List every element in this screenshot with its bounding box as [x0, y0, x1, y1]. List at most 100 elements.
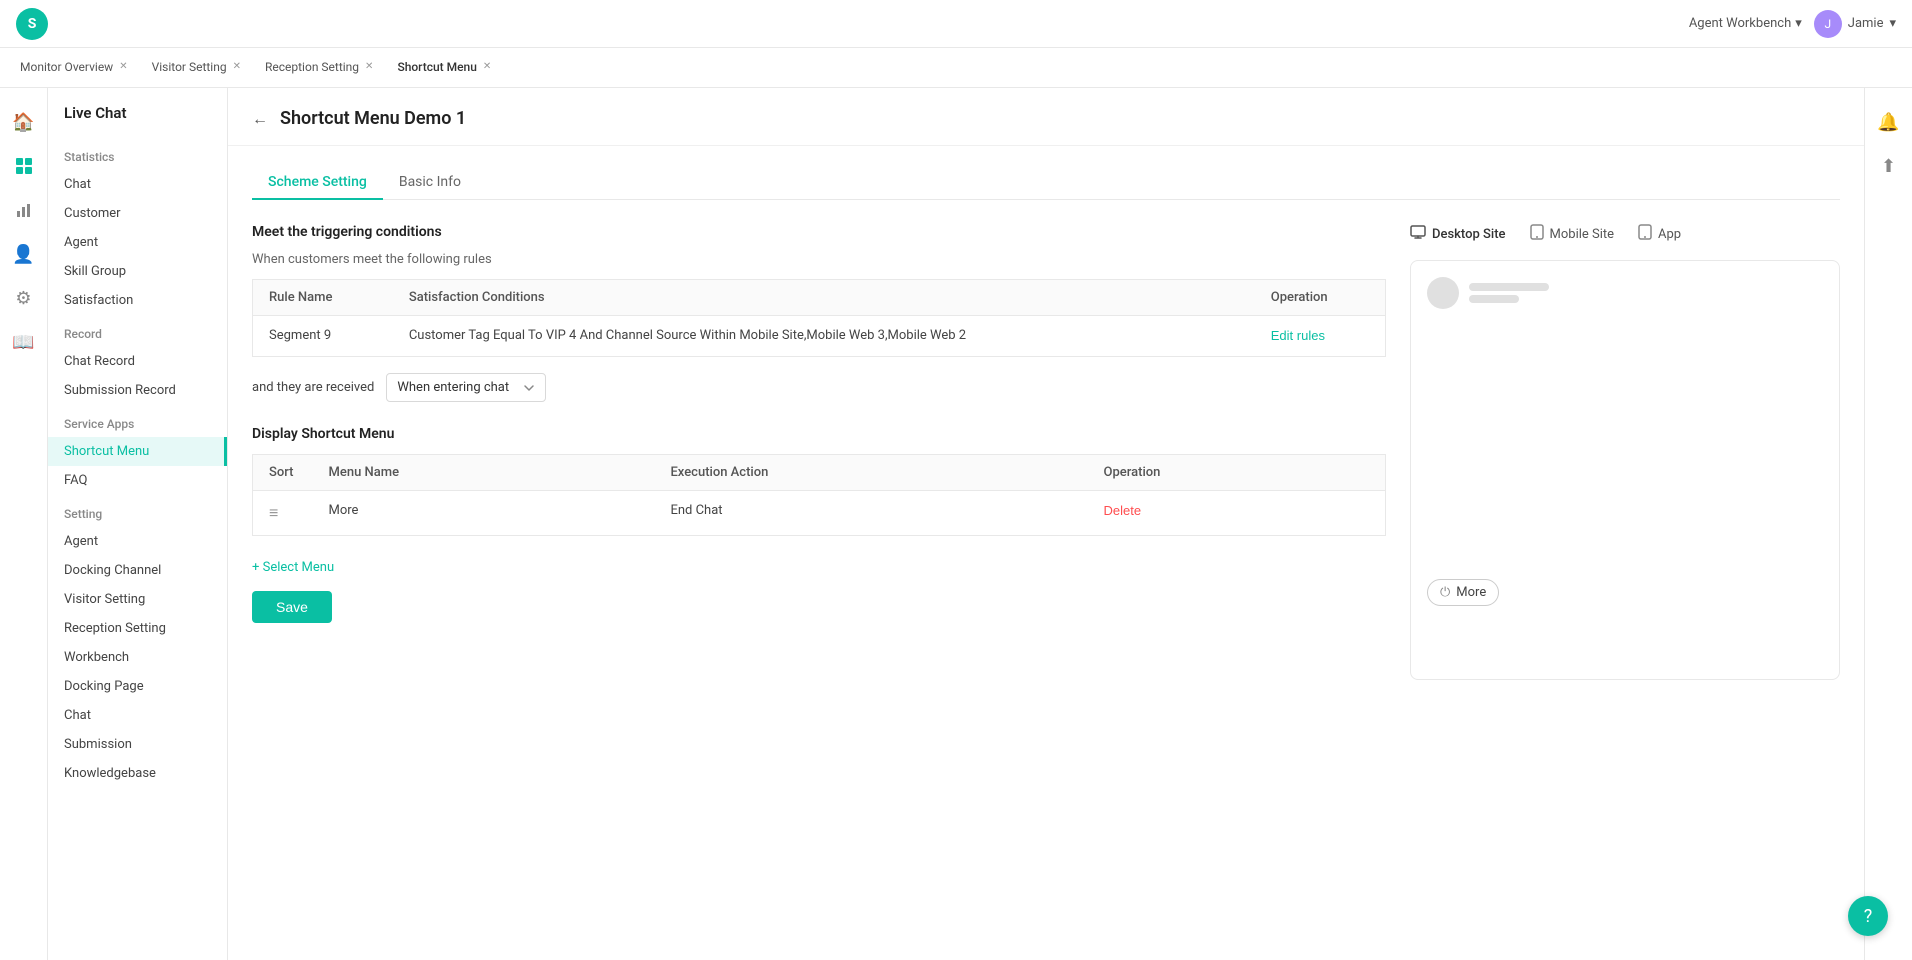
nav-item-agent[interactable]: Agent: [48, 228, 227, 257]
received-row: and they are received When entering chat: [252, 373, 1386, 402]
nav-item-shortcut-menu[interactable]: Shortcut Menu: [48, 437, 227, 466]
agent-workbench-menu[interactable]: Agent Workbench ▾: [1689, 16, 1802, 31]
preview-tab-app[interactable]: App: [1638, 224, 1681, 244]
tab-monitor-overview-label: Monitor Overview: [20, 60, 113, 74]
preview-name-lines: [1469, 283, 1549, 303]
nav-item-docking-channel[interactable]: Docking Channel: [48, 556, 227, 585]
nav-item-setting-chat[interactable]: Chat: [48, 701, 227, 730]
sidebar-icon-user[interactable]: 👤: [6, 236, 42, 272]
received-select[interactable]: When entering chat: [386, 373, 546, 402]
nav-item-submission-record[interactable]: Submission Record: [48, 376, 227, 405]
table-row: ≡ More End Chat Delete: [253, 491, 1386, 536]
edit-rules-button[interactable]: Edit rules: [1271, 328, 1325, 343]
tab-shortcut-menu[interactable]: Shortcut Menu ✕: [385, 48, 503, 88]
tab-reception-setting-close[interactable]: ✕: [365, 62, 373, 72]
agent-workbench-label: Agent Workbench: [1689, 16, 1791, 31]
preview-tab-desktop-label: Desktop Site: [1432, 227, 1506, 242]
preview-tab-mobile-label: Mobile Site: [1550, 227, 1615, 242]
nav-item-customer[interactable]: Customer: [48, 199, 227, 228]
right-column-preview: Desktop Site Mobile Site A: [1410, 224, 1840, 680]
tab-visitor-setting[interactable]: Visitor Setting ✕: [140, 48, 253, 88]
preview-chat-content: [1427, 321, 1823, 571]
cell-execution-action: End Chat: [654, 491, 1087, 536]
tab-reception-setting[interactable]: Reception Setting ✕: [253, 48, 385, 88]
trigger-section: Meet the triggering conditions When cust…: [252, 224, 1386, 402]
sidebar-icon-settings[interactable]: ⚙: [6, 280, 42, 316]
nav-item-workbench[interactable]: Workbench: [48, 643, 227, 672]
preview-tab-app-label: App: [1658, 227, 1681, 242]
trigger-table: Rule Name Satisfaction Conditions Operat…: [252, 279, 1386, 357]
nav-section-service-apps: Service Apps: [48, 405, 227, 437]
sub-tab-basic-info[interactable]: Basic Info: [383, 166, 477, 200]
top-bar-left: S: [16, 8, 48, 40]
desktop-icon: [1410, 224, 1426, 244]
preview-tab-desktop[interactable]: Desktop Site: [1410, 224, 1506, 244]
tab-reception-setting-label: Reception Setting: [265, 60, 359, 74]
delete-button[interactable]: Delete: [1104, 503, 1142, 518]
col-satisfaction-conditions: Satisfaction Conditions: [393, 280, 1255, 316]
received-label: and they are received: [252, 380, 374, 395]
icon-sidebar: 🏠 👤 ⚙ 📖: [0, 88, 48, 960]
app-logo: S: [16, 8, 48, 40]
sidebar-icon-home[interactable]: 🏠: [6, 104, 42, 140]
nav-item-chat-record[interactable]: Chat Record: [48, 347, 227, 376]
drag-handle-icon[interactable]: ≡: [269, 503, 278, 522]
received-value: When entering chat: [397, 380, 509, 395]
tab-monitor-overview[interactable]: Monitor Overview ✕: [8, 48, 140, 88]
shortcut-title: Display Shortcut Menu: [252, 426, 1386, 442]
sub-tab-scheme-setting[interactable]: Scheme Setting: [252, 166, 383, 200]
table-row: Segment 9 Customer Tag Equal To VIP 4 An…: [253, 316, 1386, 357]
user-name: Jamie: [1848, 16, 1884, 31]
col-menu-name: Menu Name: [313, 455, 655, 491]
col-rule-name: Rule Name: [253, 280, 393, 316]
sidebar-icon-grid[interactable]: [6, 148, 42, 184]
nav-item-knowledgebase[interactable]: Knowledgebase: [48, 759, 227, 788]
add-menu-button[interactable]: + Select Menu: [252, 552, 1386, 583]
cell-operation: Edit rules: [1255, 316, 1386, 357]
page-title: Shortcut Menu Demo 1: [280, 108, 466, 129]
nav-item-reception-setting[interactable]: Reception Setting: [48, 614, 227, 643]
col-op: Operation: [1088, 455, 1386, 491]
nav-item-satisfaction[interactable]: Satisfaction: [48, 286, 227, 315]
save-button[interactable]: Save: [252, 591, 332, 623]
help-button[interactable]: ?: [1848, 896, 1888, 936]
trigger-title: Meet the triggering conditions: [252, 224, 1386, 240]
nav-item-submission[interactable]: Submission: [48, 730, 227, 759]
nav-section-statistics: Statistics: [48, 138, 227, 170]
content-area: ← Shortcut Menu Demo 1 Scheme Setting Ba…: [228, 88, 1864, 960]
cell-sort: ≡: [253, 491, 313, 536]
left-nav: Live Chat Statistics Chat Customer Agent…: [48, 88, 228, 960]
user-avatar: J: [1814, 10, 1842, 38]
sidebar-icon-book[interactable]: 📖: [6, 324, 42, 360]
cell-conditions: Customer Tag Equal To VIP 4 And Channel …: [393, 316, 1255, 357]
nav-item-chat-stats[interactable]: Chat: [48, 170, 227, 199]
shortcut-table: Sort Menu Name Execution Action Operatio…: [252, 454, 1386, 536]
nav-item-skill-group[interactable]: Skill Group: [48, 257, 227, 286]
tab-shortcut-menu-close[interactable]: ✕: [483, 62, 491, 72]
back-button[interactable]: ←: [252, 109, 268, 129]
sidebar-icon-chart[interactable]: [6, 192, 42, 228]
preview-tab-mobile[interactable]: Mobile Site: [1530, 224, 1615, 244]
preview-line-1: [1469, 283, 1549, 291]
nav-item-docking-page[interactable]: Docking Page: [48, 672, 227, 701]
help-icon: ?: [1864, 906, 1873, 927]
cell-menu-name: More: [313, 491, 655, 536]
nav-title: Live Chat: [48, 104, 227, 138]
tab-visitor-setting-close[interactable]: ✕: [233, 62, 241, 72]
nav-section-record: Record: [48, 315, 227, 347]
nav-item-faq[interactable]: FAQ: [48, 466, 227, 495]
preview-more-label: More: [1456, 585, 1486, 600]
notification-sidebar: 🔔 ⬆: [1864, 88, 1912, 960]
upload-icon[interactable]: ⬆: [1871, 148, 1907, 184]
sub-tabs: Scheme Setting Basic Info: [252, 166, 1840, 200]
tab-monitor-overview-close[interactable]: ✕: [119, 62, 127, 72]
trigger-subtitle: When customers meet the following rules: [252, 252, 1386, 267]
tabs-row: Monitor Overview ✕ Visitor Setting ✕ Rec…: [0, 48, 1912, 88]
user-menu[interactable]: J Jamie ▾: [1814, 10, 1896, 38]
nav-item-visitor-setting[interactable]: Visitor Setting: [48, 585, 227, 614]
app-icon: [1638, 224, 1652, 244]
notification-icon[interactable]: 🔔: [1871, 104, 1907, 140]
nav-item-setting-agent[interactable]: Agent: [48, 527, 227, 556]
preview-tabs: Desktop Site Mobile Site A: [1410, 224, 1840, 244]
left-column: Meet the triggering conditions When cust…: [252, 224, 1386, 680]
